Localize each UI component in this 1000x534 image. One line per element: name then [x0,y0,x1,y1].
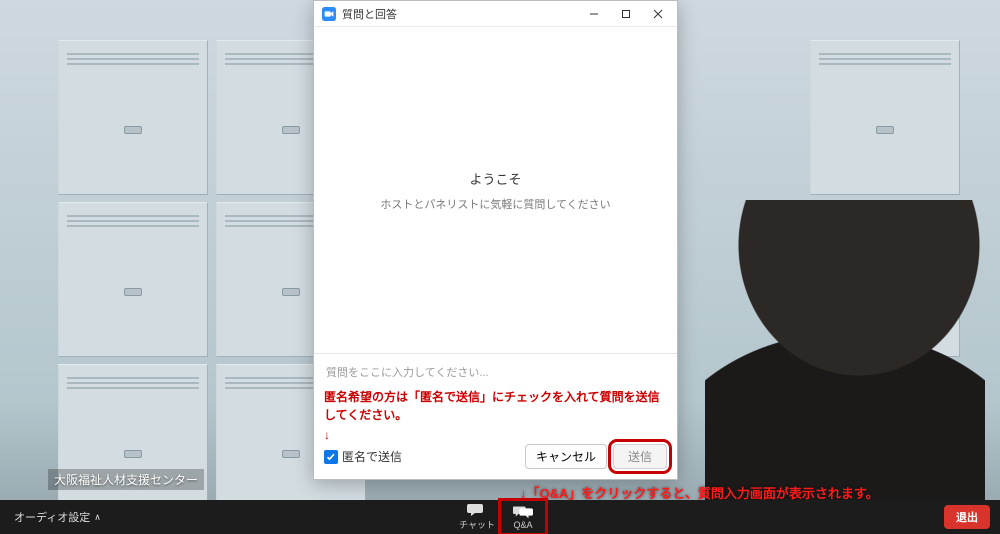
question-input[interactable]: 質問をここに入力してください... [324,362,667,382]
qa-button-label: Q&A [513,520,532,530]
audio-settings-label: オーディオ設定 [14,509,90,525]
leave-button[interactable]: 退出 [944,505,990,529]
zoom-webinar-window: 大阪福祉人材支援センター 質問と回答 [0,0,1000,534]
minimize-button[interactable] [579,3,609,25]
qa-welcome-title: ようこそ [469,169,521,188]
chat-button[interactable]: チャット [454,500,500,534]
annotation-anonymous-instruction: 匿名希望の方は「匿名で送信」にチェックを入れて質問を送信してください。 [324,388,667,424]
presenter-silhouette [705,200,985,500]
meeting-toolbar: オーディオ設定 ∧ チャット Q&A 退出 [0,500,1000,534]
chat-icon [467,503,487,517]
anonymous-checkbox-label: 匿名で送信 [342,448,402,465]
annotation-qa-click-instruction: ↓「Q&A」をクリックすると、質問入力画面が表示されます。 [520,483,879,500]
participant-name-label: 大阪福祉人材支援センター [48,469,204,490]
anonymous-checkbox[interactable] [324,450,338,464]
chat-button-label: チャット [459,518,495,531]
qa-icon [513,505,533,519]
qa-titlebar: 質問と回答 [314,1,677,27]
qa-button[interactable]: Q&A [500,500,546,534]
qa-dialog-title: 質問と回答 [342,6,579,22]
qa-body: ようこそ ホストとパネリストに気軽に質問してください [314,27,677,353]
audio-settings-button[interactable]: オーディオ設定 ∧ [0,509,115,525]
annotation-arrow-icon: ↓ [324,428,667,442]
cancel-button[interactable]: キャンセル [525,444,607,469]
qa-welcome-subtitle: ホストとパネリストに気軽に質問してください [380,196,610,212]
qa-input-area: 質問をここに入力してください... 匿名希望の方は「匿名で送信」にチェックを入れ… [314,353,677,479]
close-button[interactable] [643,3,673,25]
chevron-up-icon: ∧ [94,512,101,523]
video-area: 大阪福祉人材支援センター 質問と回答 [0,0,1000,500]
qa-dialog: 質問と回答 ようこそ ホストとパネリストに気軽に質問してください [313,0,678,480]
zoom-app-icon [322,7,336,21]
send-button[interactable]: 送信 [613,444,667,469]
maximize-button[interactable] [611,3,641,25]
